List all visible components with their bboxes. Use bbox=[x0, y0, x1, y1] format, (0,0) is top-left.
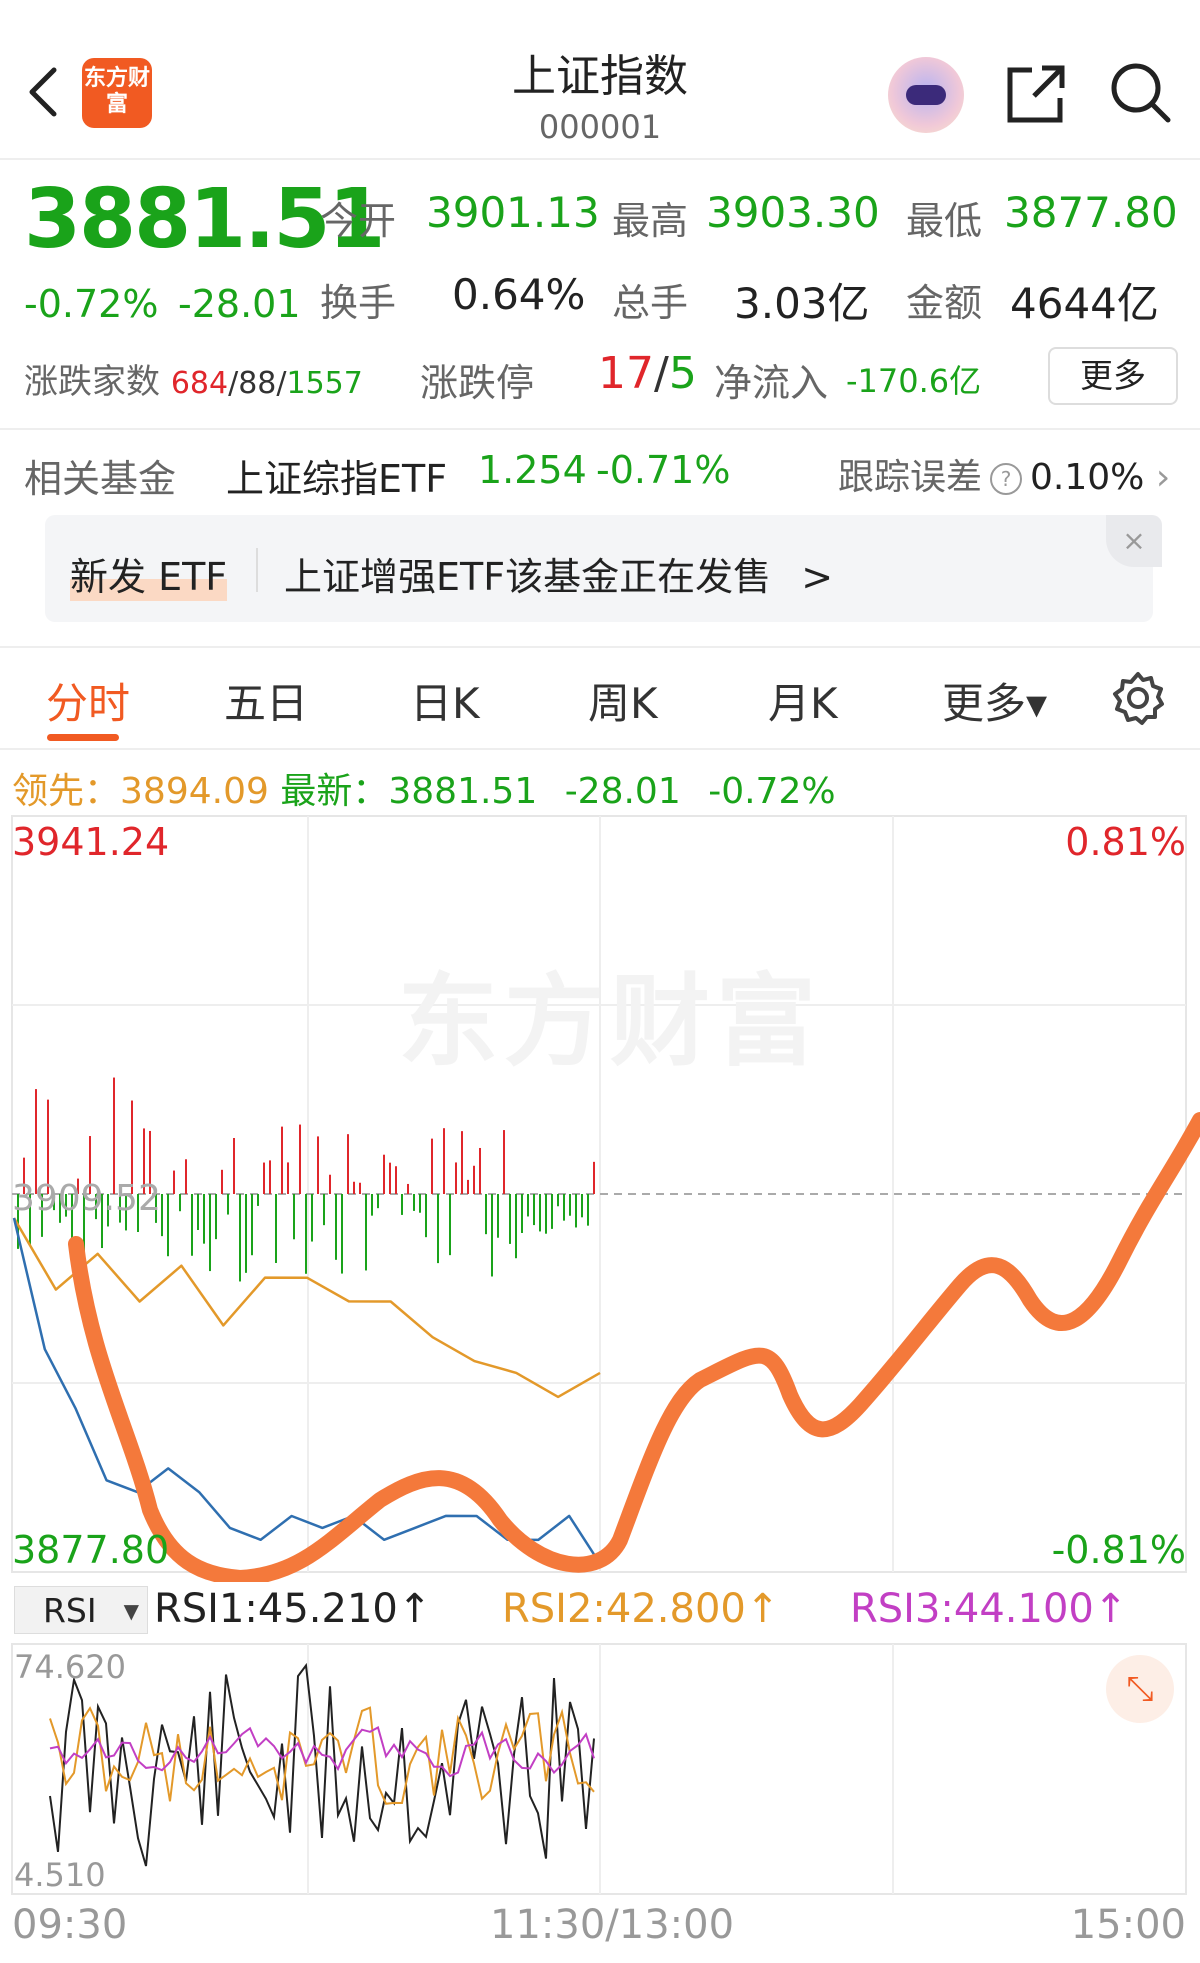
rsi3-value: RSI3:44.100↑ bbox=[850, 1586, 1128, 1632]
volume-value: 3.03亿 bbox=[734, 279, 870, 328]
fund-change: -0.71% bbox=[596, 448, 731, 492]
y-axis-top-label: 3941.24 bbox=[12, 820, 170, 864]
chevron-right-icon: › bbox=[1144, 457, 1171, 498]
assistant-avatar-icon[interactable] bbox=[888, 57, 964, 133]
change-value: -28.01 bbox=[178, 282, 301, 326]
indicator-select-value: RSI bbox=[43, 1591, 97, 1630]
fund-price: 1.254 bbox=[478, 448, 587, 492]
expand-icon[interactable]: ⤡ bbox=[1106, 1655, 1174, 1723]
time-mid-label: 11:30/13:00 bbox=[490, 1902, 735, 1948]
tab-five-day[interactable]: 五日 bbox=[224, 670, 308, 731]
down-count: 1557 bbox=[286, 366, 363, 401]
lead-value: 3894.09 bbox=[120, 771, 269, 812]
close-icon[interactable]: × bbox=[1106, 515, 1162, 567]
tracking-value: 0.10% bbox=[1030, 457, 1145, 498]
rsi-chart[interactable] bbox=[0, 1640, 1200, 1900]
y-axis-bottom-label: 3877.80 bbox=[12, 1528, 170, 1572]
tab-active-indicator bbox=[47, 734, 119, 741]
pct-bottom-label: -0.81% bbox=[1051, 1528, 1186, 1572]
intraday-chart[interactable] bbox=[0, 812, 1200, 1582]
latest-change: -28.01 bbox=[564, 771, 681, 812]
help-icon[interactable]: ? bbox=[990, 463, 1023, 495]
tracking-label: 跟踪误差 bbox=[838, 457, 983, 498]
limit-up: 17 bbox=[598, 348, 654, 399]
annotation-stroke bbox=[68, 1112, 1200, 1582]
settings-gear-icon[interactable] bbox=[1110, 670, 1166, 726]
divider bbox=[0, 646, 1200, 648]
banner-tag: 新发 ETF bbox=[70, 546, 228, 601]
amount-label: 金额 bbox=[906, 281, 983, 325]
y-axis-mid-label: 3909.52 bbox=[12, 1178, 161, 1219]
low-label: 最低 bbox=[906, 199, 983, 243]
rsi1-value: RSI1:45.210↑ bbox=[154, 1586, 432, 1632]
time-start-label: 09:30 bbox=[12, 1902, 128, 1948]
search-icon[interactable] bbox=[1108, 60, 1174, 126]
limit-down: 5 bbox=[668, 348, 697, 399]
breadth-text: 涨跌家数 bbox=[24, 362, 160, 402]
limit-label: 涨跌停 bbox=[420, 361, 535, 405]
related-fund-label: 相关基金 bbox=[24, 457, 177, 501]
share-icon[interactable] bbox=[1004, 62, 1068, 126]
flat-count: 88 bbox=[238, 366, 277, 401]
time-end-label: 15:00 bbox=[1070, 1902, 1186, 1948]
banner-arrow: > bbox=[801, 555, 834, 599]
up-count: 684 bbox=[170, 366, 229, 401]
tab-intraday[interactable]: 分时 bbox=[46, 670, 130, 731]
divider bbox=[0, 748, 1200, 750]
banner-divider bbox=[256, 548, 258, 592]
more-button[interactable]: 更多 bbox=[1048, 347, 1178, 405]
sep: / bbox=[276, 366, 287, 401]
lead-label: 领先： bbox=[12, 771, 121, 812]
divider bbox=[0, 428, 1200, 430]
rsi-bottom-label: 4.510 bbox=[14, 1856, 106, 1894]
high-label: 最高 bbox=[612, 199, 689, 243]
rsi-top-label: 74.620 bbox=[14, 1648, 126, 1686]
limit-values: 17/5 bbox=[598, 348, 697, 399]
latest-pct: -0.72% bbox=[708, 771, 836, 812]
low-value: 3877.80 bbox=[1004, 188, 1178, 237]
rsi2-value: RSI2:42.800↑ bbox=[502, 1586, 780, 1632]
volume-label: 总手 bbox=[612, 281, 689, 325]
tab-monthly-k[interactable]: 月K bbox=[768, 670, 838, 731]
tab-daily-k[interactable]: 日K bbox=[410, 670, 480, 731]
tab-weekly-k[interactable]: 周K bbox=[588, 670, 658, 731]
open-label: 今开 bbox=[320, 199, 397, 243]
banner-text: 上证增强ETF该基金正在发售 > bbox=[284, 546, 833, 601]
rsi1-line bbox=[49, 1662, 595, 1867]
tab-more[interactable]: 更多▾ bbox=[942, 670, 1047, 731]
chevron-down-icon: ▼ bbox=[123, 1599, 139, 1623]
latest-label: 最新： bbox=[280, 771, 389, 812]
latest-value: 3881.51 bbox=[388, 771, 538, 812]
sep: / bbox=[654, 348, 669, 399]
turnover-value: 0.64% bbox=[452, 270, 586, 319]
chart-watermark: 东方财富 bbox=[398, 963, 822, 1080]
turnover-label: 换手 bbox=[320, 281, 397, 325]
netflow-value: -170.6亿 bbox=[846, 362, 982, 400]
amount-value: 4644亿 bbox=[1010, 279, 1159, 328]
fund-name[interactable]: 上证综指ETF bbox=[226, 448, 447, 503]
chart-summary: 领先：3894.09 最新：3881.51 -28.01 -0.72% bbox=[12, 762, 836, 814]
banner-message: 上证增强ETF该基金正在发售 bbox=[284, 555, 772, 599]
open-value: 3901.13 bbox=[426, 188, 600, 237]
divider bbox=[0, 158, 1200, 160]
change-percent: -0.72% bbox=[24, 282, 159, 326]
breadth-label: 涨跌家数 684/88/1557 bbox=[24, 354, 363, 403]
pct-top-label: 0.81% bbox=[1065, 820, 1186, 864]
sep: / bbox=[228, 366, 239, 401]
tracking-error[interactable]: 跟踪误差? 0.10% › bbox=[838, 448, 1170, 500]
high-value: 3903.30 bbox=[706, 188, 880, 237]
netflow-label: 净流入 bbox=[714, 361, 829, 405]
indicator-select[interactable]: RSI ▼ bbox=[14, 1586, 148, 1634]
